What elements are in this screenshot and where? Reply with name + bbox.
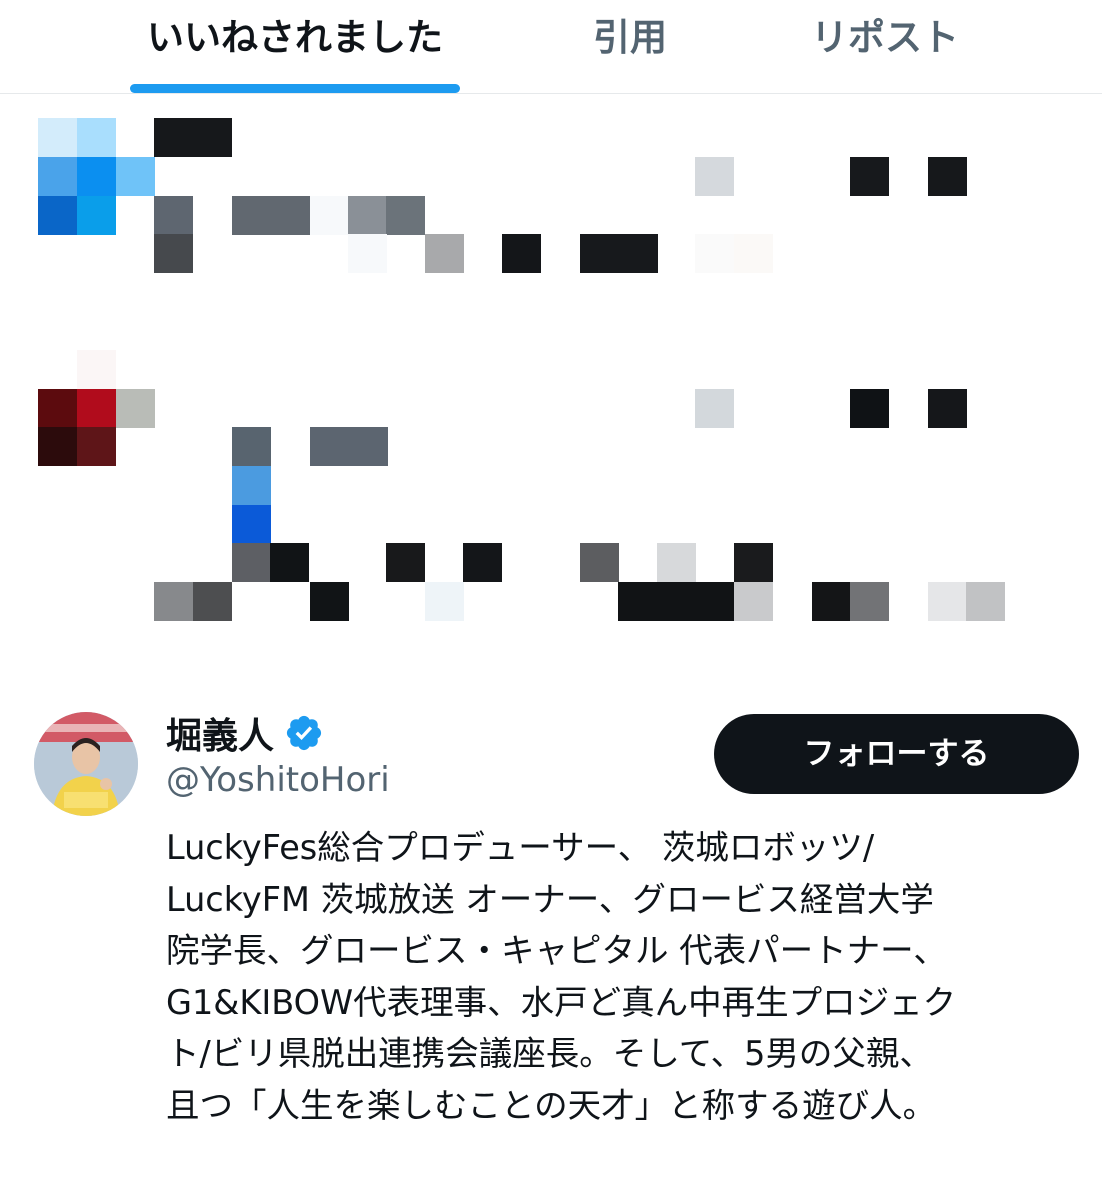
redacted-pixel	[270, 543, 309, 582]
redacted-pixel	[154, 582, 193, 621]
redacted-pixel	[116, 389, 155, 428]
bio-line: LuckyFes総合プロデューサー、 茨城ロボッツ/	[166, 828, 875, 867]
active-tab-indicator	[130, 84, 460, 93]
redacted-pixel	[580, 234, 658, 273]
redacted-pixel	[77, 118, 116, 157]
redacted-pixel	[966, 582, 1005, 621]
redacted-pixel	[38, 389, 77, 428]
tab-divider	[0, 93, 1102, 94]
bio-line: 院学長、グロービス・キャピタル 代表パートナー、	[166, 931, 947, 970]
redacted-user-row[interactable]	[0, 100, 1102, 300]
redacted-pixel	[348, 234, 387, 273]
redacted-pixel	[77, 157, 116, 196]
redacted-pixel	[232, 196, 310, 235]
redacted-pixel	[425, 582, 464, 621]
redacted-pixel	[734, 543, 773, 582]
redacted-pixel	[695, 389, 734, 428]
redacted-pixel	[928, 582, 967, 621]
follow-button[interactable]: フォローする	[714, 714, 1079, 794]
redacted-pixel	[928, 157, 967, 196]
profile-name-line: 堀義人	[166, 708, 324, 758]
redacted-pixel	[463, 543, 502, 582]
redacted-pixel	[310, 582, 349, 621]
redacted-pixel	[232, 427, 271, 466]
redacted-pixel	[116, 157, 155, 196]
redacted-pixel	[618, 582, 736, 621]
tab-liked[interactable]: いいねされました	[130, 10, 460, 70]
redacted-pixel	[734, 582, 773, 621]
redacted-pixel	[850, 582, 889, 621]
bio-line: ト/ビリ県脱出連携会議座長。そして、5男の父親、	[166, 1034, 933, 1073]
redacted-user-row[interactable]	[0, 330, 1102, 630]
redacted-pixel	[38, 427, 77, 466]
redacted-pixel	[232, 543, 271, 582]
redacted-pixel	[310, 427, 388, 466]
redacted-pixel	[154, 196, 193, 235]
redacted-pixel	[154, 118, 232, 157]
redacted-pixel	[425, 234, 464, 273]
redacted-pixel	[734, 234, 773, 273]
profile-handle[interactable]: @YoshitoHori	[166, 760, 390, 800]
redacted-pixel	[850, 157, 889, 196]
redacted-pixel	[38, 118, 77, 157]
redacted-pixel	[928, 389, 967, 428]
redacted-pixel	[193, 582, 232, 621]
redacted-pixel	[154, 234, 193, 273]
redacted-pixel	[695, 234, 734, 273]
redacted-pixel	[232, 466, 271, 505]
redacted-pixel	[657, 543, 696, 582]
redacted-pixel	[77, 427, 116, 466]
tab-bar: いいねされました 引用 リポスト	[0, 0, 1102, 94]
redacted-pixel	[386, 543, 425, 582]
redacted-pixel	[77, 389, 116, 428]
redacted-pixel	[310, 196, 349, 235]
redacted-pixel	[38, 157, 77, 196]
redacted-pixel	[850, 389, 889, 428]
redacted-pixel	[580, 543, 619, 582]
redacted-pixel	[812, 582, 851, 621]
bio-line: G1&KIBOW代表理事、水戸ど真ん中再生プロジェク	[166, 982, 957, 1022]
bio-line: LuckyFM 茨城放送 オーナー、グロービス経営大学	[166, 879, 934, 919]
redacted-pixel	[348, 196, 387, 235]
tab-reposts[interactable]: リポスト	[790, 10, 980, 70]
avatar-image	[34, 712, 138, 816]
redacted-pixel	[386, 196, 425, 235]
redacted-pixel	[77, 196, 116, 235]
redacted-pixel	[232, 505, 271, 544]
redacted-pixel	[695, 157, 734, 196]
verified-badge-icon	[284, 713, 324, 753]
profile-bio: LuckyFes総合プロデューサー、 茨城ロボッツ/ LuckyFM 茨城放送 …	[166, 822, 1066, 1131]
redacted-pixel	[502, 234, 541, 273]
avatar[interactable]	[34, 712, 138, 816]
redacted-pixel	[38, 196, 77, 235]
tab-quotes[interactable]: 引用	[560, 10, 700, 70]
bio-line: 且つ「人生を楽しむことの天才」と称する遊び人。	[166, 1085, 937, 1125]
profile-name[interactable]: 堀義人	[166, 707, 274, 759]
redacted-pixel	[77, 350, 116, 389]
